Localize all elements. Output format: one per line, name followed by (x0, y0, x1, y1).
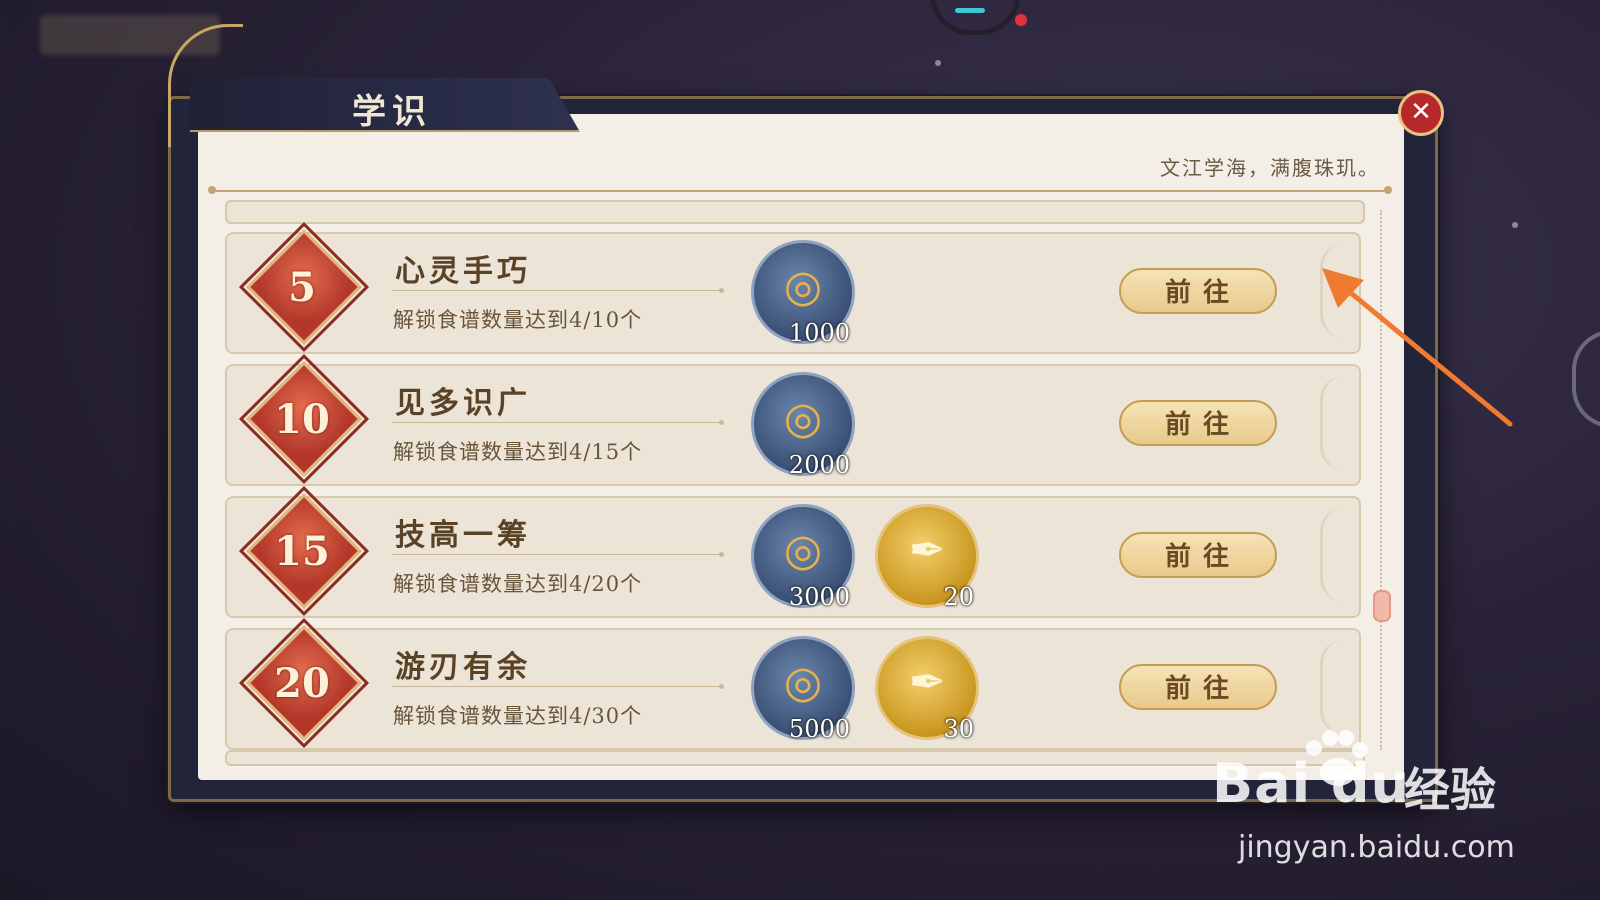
watermark-label: 经验 (1404, 763, 1496, 817)
coin-glyph: ◎ (783, 393, 823, 444)
achievement-row: 15 技高一筹 解锁食谱数量达到4/20个 ◎ 3000 ✒ 20 前往 (225, 485, 1361, 618)
level-badge-number: 15 (274, 528, 330, 575)
coin-glyph: ◎ (783, 657, 823, 708)
reward-amount: 2000 (788, 451, 850, 479)
list-item-partial (225, 200, 1365, 224)
coin-bag-icon: ◎ 3000 (751, 504, 855, 611)
background-star (935, 60, 941, 66)
watermark-logo: Bai du (1212, 752, 1411, 815)
achievement-row: 5 心灵手巧 解锁食谱数量达到4/10个 ◎ 1000 前往 (225, 221, 1361, 354)
annotation-arrow-icon (1322, 268, 1513, 427)
coin-glyph: ◎ (783, 261, 823, 312)
name-underline (392, 552, 724, 557)
achievement-list: 5 心灵手巧 解锁食谱数量达到4/10个 ◎ 1000 前往 10 见多识广 解… (225, 221, 1361, 760)
notification-dot (1015, 14, 1027, 26)
coin-bag-icon: ◎ 1000 (751, 240, 855, 347)
goto-button[interactable]: 前往 (1119, 268, 1277, 314)
reward-amount: 3000 (788, 583, 850, 611)
achievement-name: 技高一筹 (395, 518, 531, 553)
coin-bag-icon: ◎ 5000 (751, 636, 855, 743)
goto-button[interactable]: 前往 (1119, 400, 1277, 446)
coin-bag-icon: ◎ 2000 (751, 372, 855, 479)
quill-glyph: ✒ (908, 657, 946, 708)
close-button[interactable]: ✕ (1398, 90, 1444, 136)
side-handle (1572, 330, 1600, 428)
level-badge-number: 5 (288, 264, 316, 311)
quill-icon: ✒ 20 (875, 504, 979, 611)
reward-amount: 20 (943, 583, 974, 611)
achievement-description: 解锁食谱数量达到4/20个 (393, 572, 643, 596)
top-hud-indicator (955, 8, 985, 13)
name-underline (392, 288, 724, 293)
level-badge-number: 10 (274, 396, 330, 443)
quill-glyph: ✒ (908, 525, 946, 576)
page-title: 学识 (352, 92, 432, 132)
reward-amount: 30 (943, 715, 974, 743)
achievement-row: 10 见多识广 解锁食谱数量达到4/15个 ◎ 2000 前往 (225, 353, 1361, 486)
name-underline (392, 420, 724, 425)
goto-button[interactable]: 前往 (1119, 532, 1277, 578)
achievement-name: 见多识广 (395, 386, 531, 421)
coin-glyph: ◎ (783, 525, 823, 576)
achievement-description: 解锁食谱数量达到4/15个 (393, 440, 643, 464)
achievement-description: 解锁食谱数量达到4/30个 (393, 704, 643, 728)
scroll-thumb[interactable] (1373, 590, 1391, 622)
header-divider (208, 186, 1392, 194)
goto-button[interactable]: 前往 (1119, 664, 1277, 710)
list-item-partial (225, 750, 1365, 766)
background-star (1512, 222, 1518, 228)
watermark-url: jingyan.baidu.com (1238, 830, 1515, 865)
reward-amount: 5000 (788, 715, 850, 743)
panel-motto: 文江学海，满腹珠玑。 (1160, 156, 1380, 180)
achievement-name: 心灵手巧 (395, 254, 531, 289)
level-badge-number: 20 (274, 660, 330, 707)
achievement-description: 解锁食谱数量达到4/10个 (393, 308, 643, 332)
reward-amount: 1000 (788, 319, 850, 347)
name-underline (392, 684, 724, 689)
achievement-name: 游刃有余 (395, 650, 531, 685)
quill-icon: ✒ 30 (875, 636, 979, 743)
top-hud-ring (930, 0, 1020, 35)
achievement-row: 20 游刃有余 解锁食谱数量达到4/30个 ◎ 5000 ✒ 30 前往 (225, 617, 1361, 750)
